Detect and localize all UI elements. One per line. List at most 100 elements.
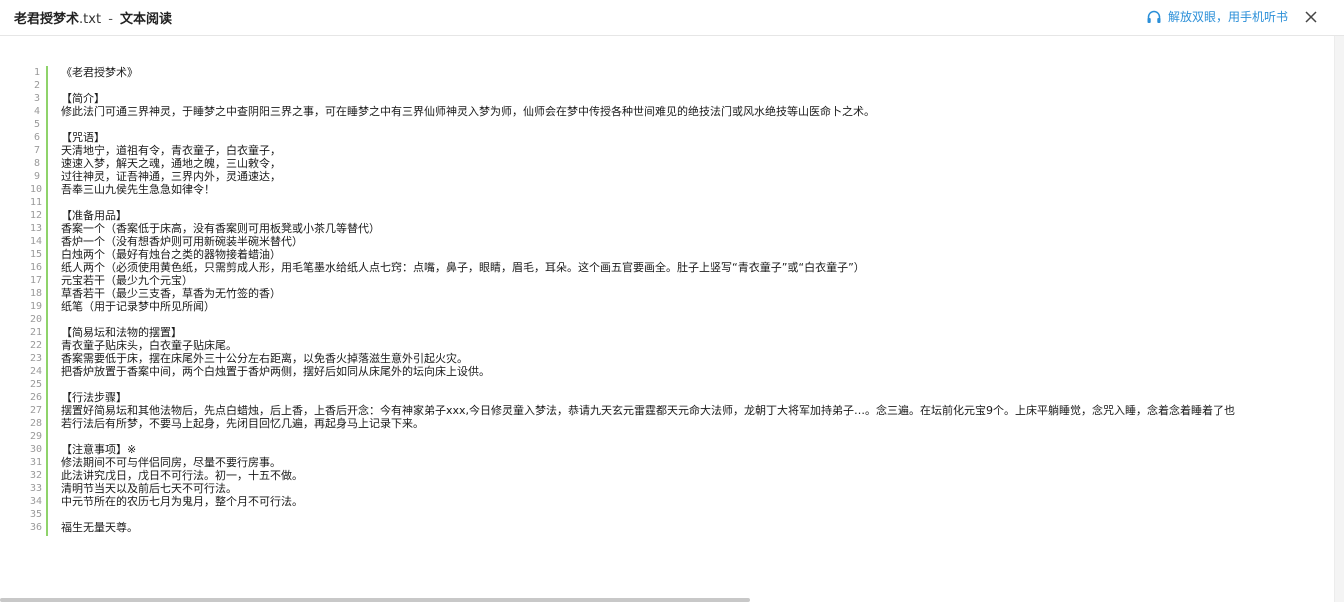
line-number: 34 — [30, 496, 43, 507]
line-text: 【简易坛和法物的摆置】 — [61, 326, 182, 339]
line-text: 中元节所在的农历七月为鬼月，整个月不可行法。 — [61, 495, 303, 508]
text-line: 5 — [30, 118, 1334, 131]
line-number: 25 — [30, 379, 43, 390]
text-line: 13 香案一个（香案低于床高，没有香案则可用板凳或小茶几等替代） — [30, 222, 1334, 235]
text-line: 32 此法讲究戊日，戊日不可行法。初一，十五不做。 — [30, 469, 1334, 482]
text-line: 15 白烛两个（最好有烛台之类的器物接着蜡油） — [30, 248, 1334, 261]
line-number: 19 — [30, 301, 43, 312]
file-extension: .txt — [79, 12, 102, 27]
line-number: 24 — [30, 366, 43, 377]
line-text: 过往神灵，证吾神通，三界内外，灵通速达， — [61, 170, 281, 183]
line-text: 速速入梦，解天之魂，通地之魄，三山敕令， — [61, 157, 281, 170]
text-reader-window: 老君授梦术.txt - 文本阅读 解放双眼，用手机听书 1 《老君授梦术》 2 3 【简… — [0, 0, 1344, 602]
line-number: 36 — [30, 522, 43, 533]
text-line: 8 速速入梦，解天之魂，通地之魄，三山敕令， — [30, 157, 1334, 170]
text-line: 30 【注意事项】※ — [30, 443, 1334, 456]
file-name: 老君授梦术 — [14, 12, 80, 27]
line-text: 香案一个（香案低于床高，没有香案则可用板凳或小茶几等替代） — [61, 222, 380, 235]
text-line: 20 — [30, 313, 1334, 326]
line-number: 3 — [33, 93, 40, 104]
text-line: 17 元宝若干（最少九个元宝） — [30, 274, 1334, 287]
line-number: 29 — [30, 431, 43, 442]
text-line: 12 【准备用品】 — [30, 209, 1334, 222]
line-number: 16 — [30, 262, 43, 273]
line-number: 6 — [33, 132, 40, 143]
line-number: 32 — [30, 470, 43, 481]
line-text: 《老君授梦术》 — [61, 66, 138, 79]
line-number: 28 — [30, 418, 43, 429]
text-line: 36 福生无量天尊。 — [30, 521, 1334, 534]
text-line: 7 天清地宁，道祖有令，青衣童子，白衣童子， — [30, 144, 1334, 157]
line-number: 15 — [30, 249, 43, 260]
line-text: 摆置好简易坛和其他法物后，先点白蜡烛，后上香，上香后开念：今有神家弟子xxx,今… — [61, 404, 1236, 417]
text-line: 28 若行法后有所梦，不要马上起身，先闭目回忆几遍，再起身马上记录下来。 — [30, 417, 1334, 430]
text-line: 19 纸笔（用于记录梦中所见所闻） — [30, 300, 1334, 313]
line-number: 30 — [30, 444, 43, 455]
line-number: 7 — [33, 145, 40, 156]
text-line: 1 《老君授梦术》 — [30, 66, 1334, 79]
text-line: 14 香炉一个（没有想香炉则可用新碗装半碗米替代） — [30, 235, 1334, 248]
text-line: 3 【简介】 — [30, 92, 1334, 105]
text-line: 33 清明节当天以及前后七天不可行法。 — [30, 482, 1334, 495]
line-number: 13 — [30, 223, 43, 234]
line-text: 元宝若干（最少九个元宝） — [61, 274, 193, 287]
line-text: 香炉一个（没有想香炉则可用新碗装半碗米替代） — [61, 235, 303, 248]
line-number: 8 — [33, 158, 40, 169]
line-number: 35 — [30, 509, 43, 520]
text-line: 16 纸人两个（必须使用黄色纸，只需剪成人形，用毛笔墨水给纸人点七窍：点嘴，鼻子，… — [30, 261, 1334, 274]
line-text: 纸笔（用于记录梦中所见所闻） — [61, 300, 215, 313]
text-line: 25 — [30, 378, 1334, 391]
line-text: 【咒语】 — [61, 131, 105, 144]
text-lines: 1 《老君授梦术》 2 3 【简介】 4 修此法门可通三界神灵，于睡梦之中查阴阳三界之事，可… — [30, 66, 1334, 534]
line-text: 【准备用品】 — [61, 209, 127, 222]
line-number: 17 — [30, 275, 43, 286]
line-text: 把香炉放置于香案中间，两个白烛置于香炉两侧，摆好后如同从床尾外的坛向床上设供。 — [61, 365, 490, 378]
text-line: 6 【咒语】 — [30, 131, 1334, 144]
line-number: 20 — [30, 314, 43, 325]
listen-on-phone-link[interactable]: 解放双眼，用手机听书 — [1146, 8, 1288, 25]
line-text: 纸人两个（必须使用黄色纸，只需剪成人形，用毛笔墨水给纸人点七窍：点嘴，鼻子，眼睛… — [61, 261, 865, 274]
line-number: 5 — [33, 119, 40, 130]
line-number: 12 — [30, 210, 43, 221]
line-number: 9 — [33, 171, 40, 182]
text-line: 26 【行法步骤】 — [30, 391, 1334, 404]
text-line: 22 青衣童子贴床头，白衣童子贴床尾。 — [30, 339, 1334, 352]
line-text: 【简介】 — [61, 92, 105, 105]
window-title: 老君授梦术.txt - 文本阅读 — [14, 8, 172, 27]
text-line: 11 — [30, 196, 1334, 209]
line-text: 若行法后有所梦，不要马上起身，先闭目回忆几遍，再起身马上记录下来。 — [61, 417, 424, 430]
line-text: 天清地宁，道祖有令，青衣童子，白衣童子， — [61, 144, 281, 157]
line-text: 香案需要低于床，摆在床尾外三十公分左右距离，以免香火掉落滋生意外引起火灾。 — [61, 352, 468, 365]
text-line: 4 修此法门可通三界神灵，于睡梦之中查阴阳三界之事，可在睡梦之中有三界仙师神灵入梦… — [30, 105, 1334, 118]
text-line: 29 — [30, 430, 1334, 443]
line-text: 修此法门可通三界神灵，于睡梦之中查阴阳三界之事，可在睡梦之中有三界仙师神灵入梦为… — [61, 105, 875, 118]
close-icon[interactable] — [1302, 8, 1320, 26]
line-text: 福生无量天尊。 — [61, 521, 138, 534]
line-text: 青衣童子贴床头，白衣童子贴床尾。 — [61, 339, 237, 352]
line-text: 草香若干（最少三支香，草香为无竹签的香） — [61, 287, 281, 300]
text-line: 27 摆置好简易坛和其他法物后，先点白蜡烛，后上香，上香后开念：今有神家弟子xxx… — [30, 404, 1334, 417]
line-number: 2 — [33, 80, 40, 91]
text-content-area[interactable]: 1 《老君授梦术》 2 3 【简介】 4 修此法门可通三界神灵，于睡梦之中查阴阳三界之事，可… — [30, 66, 1334, 536]
text-line: 9 过往神灵，证吾神通，三界内外，灵通速达， — [30, 170, 1334, 183]
text-line: 24 把香炉放置于香案中间，两个白烛置于香炉两侧，摆好后如同从床尾外的坛向床上设供… — [30, 365, 1334, 378]
line-number: 18 — [30, 288, 43, 299]
title-separator: - — [108, 12, 113, 27]
line-number: 23 — [30, 353, 43, 364]
line-text: 白烛两个（最好有烛台之类的器物接着蜡油） — [61, 248, 281, 261]
text-line: 35 — [30, 508, 1334, 521]
line-number: 10 — [30, 184, 43, 195]
title-bar: 老君授梦术.txt - 文本阅读 解放双眼，用手机听书 — [0, 0, 1344, 36]
line-text: 清明节当天以及前后七天不可行法。 — [61, 482, 237, 495]
line-number: 21 — [30, 327, 43, 338]
headphones-icon — [1147, 10, 1161, 23]
line-number: 22 — [30, 340, 43, 351]
text-line: 10 吾奉三山九侯先生急急如律令！ — [30, 183, 1334, 196]
line-number: 1 — [33, 67, 40, 78]
vertical-scrollbar[interactable] — [1334, 36, 1344, 602]
line-text: 修法期间不可与伴侣同房，尽量不要行房事。 — [61, 456, 281, 469]
listen-on-phone-label: 解放双眼，用手机听书 — [1168, 10, 1289, 24]
horizontal-scrollbar-thumb[interactable] — [0, 598, 750, 602]
text-line: 2 — [30, 79, 1334, 92]
line-number: 27 — [30, 405, 43, 416]
